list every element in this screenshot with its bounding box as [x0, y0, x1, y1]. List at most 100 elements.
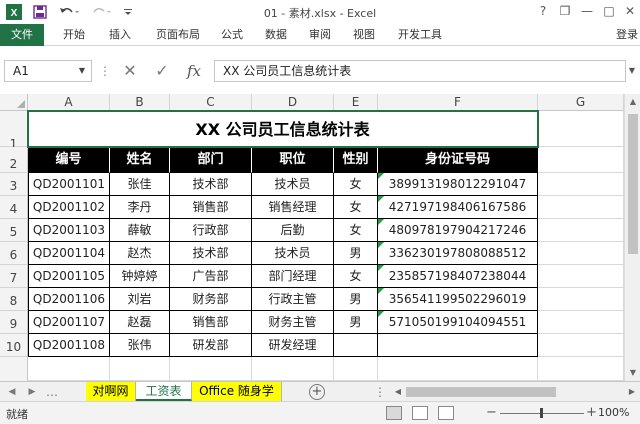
tab-page-layout[interactable]: 页面布局: [148, 24, 208, 46]
row-header-5[interactable]: 5: [0, 219, 28, 242]
cell-gender[interactable]: 男: [334, 242, 378, 265]
sheet-bar-grip-icon[interactable]: ⋮: [370, 382, 390, 402]
cell-g10[interactable]: [538, 334, 624, 357]
cell-position[interactable]: 财务主管: [252, 311, 334, 334]
cell-id[interactable]: QD2001102: [28, 196, 110, 219]
cancel-icon[interactable]: ✕: [118, 60, 142, 82]
cell-id[interactable]: QD2001107: [28, 311, 110, 334]
page-layout-view-icon[interactable]: [412, 406, 428, 420]
tab-data[interactable]: 数据: [258, 24, 294, 46]
row-header-2[interactable]: 2: [0, 147, 28, 173]
normal-view-icon[interactable]: [386, 406, 402, 420]
cell-id-number[interactable]: 480978197904217246: [378, 219, 538, 242]
zoom-slider-thumb[interactable]: [540, 408, 543, 418]
row-header-11[interactable]: [0, 357, 28, 381]
add-sheet-button[interactable]: +: [309, 384, 325, 400]
header-cell-id[interactable]: 编号: [28, 147, 110, 173]
zoom-in-button[interactable]: +: [586, 405, 597, 420]
cell-position[interactable]: 研发经理: [252, 334, 334, 357]
cell-e11[interactable]: [334, 357, 378, 381]
row-header-9[interactable]: 9: [0, 311, 28, 334]
sheet-nav-more-icon[interactable]: …: [42, 382, 62, 402]
header-cell-id-number[interactable]: 身份证号码: [378, 147, 538, 173]
vertical-scrollbar[interactable]: ▲ ▼: [624, 94, 640, 381]
worksheet-grid[interactable]: A B C D E F G 1 2 3 4 5 6 7 8 9 10 XX 公司…: [0, 94, 624, 381]
tab-insert[interactable]: 插入: [102, 24, 138, 46]
sheet-tab-salary[interactable]: 工资表: [136, 382, 192, 401]
column-header-d[interactable]: D: [252, 94, 334, 111]
row-header-7[interactable]: 7: [0, 265, 28, 288]
formula-input[interactable]: XX 公司员工信息统计表: [214, 60, 626, 82]
name-box[interactable]: A1 ▼: [4, 60, 92, 82]
cell-id[interactable]: QD2001101: [28, 173, 110, 196]
cell-id[interactable]: QD2001104: [28, 242, 110, 265]
column-header-c[interactable]: C: [170, 94, 252, 111]
cell-department[interactable]: 广告部: [170, 265, 252, 288]
cell-c11[interactable]: [170, 357, 252, 381]
scroll-down-icon[interactable]: ▼: [625, 365, 640, 381]
tab-file[interactable]: 文件: [0, 24, 44, 46]
row-header-3[interactable]: 3: [0, 173, 28, 196]
cell-position[interactable]: 技术员: [252, 173, 334, 196]
sheet-tab-duiawang[interactable]: 对啊网: [86, 382, 136, 401]
cell-id[interactable]: QD2001105: [28, 265, 110, 288]
horizontal-scrollbar[interactable]: ◀ ▶: [392, 385, 638, 399]
cell-g8[interactable]: [538, 288, 624, 311]
cell-gender[interactable]: 女: [334, 265, 378, 288]
scroll-right-icon[interactable]: ▶: [626, 385, 638, 399]
cell-f11[interactable]: [378, 357, 538, 381]
cell-gender[interactable]: 女: [334, 173, 378, 196]
row-header-8[interactable]: 8: [0, 288, 28, 311]
cell-name[interactable]: 赵磊: [110, 311, 170, 334]
cell-department[interactable]: 技术部: [170, 173, 252, 196]
cell-g5[interactable]: [538, 219, 624, 242]
cell-gender[interactable]: 女: [334, 196, 378, 219]
cell-g1[interactable]: [538, 111, 624, 147]
maximize-button[interactable]: □: [598, 2, 620, 20]
cell-id-number[interactable]: 336230197808088512: [378, 242, 538, 265]
cell-id-number[interactable]: 356541199502296019: [378, 288, 538, 311]
cell-department[interactable]: 销售部: [170, 196, 252, 219]
row-header-10[interactable]: 10: [0, 334, 28, 357]
zoom-level[interactable]: 100%: [598, 406, 629, 419]
tab-view[interactable]: 视图: [346, 24, 382, 46]
close-button[interactable]: ✕: [619, 2, 640, 20]
cell-id-number[interactable]: 571050199104094551: [378, 311, 538, 334]
cell-position[interactable]: 部门经理: [252, 265, 334, 288]
cell-g11[interactable]: [538, 357, 624, 381]
insert-function-button[interactable]: fx: [182, 60, 206, 82]
cell-name[interactable]: 张佳: [110, 173, 170, 196]
cell-id-number[interactable]: [378, 334, 538, 357]
zoom-out-button[interactable]: −: [486, 405, 497, 420]
cell-id-number[interactable]: 235857198407238044: [378, 265, 538, 288]
cell-department[interactable]: 行政部: [170, 219, 252, 242]
login-link[interactable]: 登录: [616, 24, 638, 46]
column-header-a[interactable]: A: [28, 94, 110, 111]
select-all-button[interactable]: [0, 94, 28, 111]
cell-department[interactable]: 研发部: [170, 334, 252, 357]
sheet-nav-left-icon[interactable]: ◀: [2, 382, 22, 402]
cell-name[interactable]: 钟婷婷: [110, 265, 170, 288]
cell-g3[interactable]: [538, 173, 624, 196]
minimize-button[interactable]: —: [576, 2, 598, 20]
header-cell-department[interactable]: 部门: [170, 147, 252, 173]
cell-gender[interactable]: 男: [334, 288, 378, 311]
cell-name[interactable]: 赵杰: [110, 242, 170, 265]
sheet-title-cell[interactable]: XX 公司员工信息统计表: [28, 111, 538, 147]
cell-position[interactable]: 行政主管: [252, 288, 334, 311]
scroll-left-icon[interactable]: ◀: [392, 385, 404, 399]
cell-d11[interactable]: [252, 357, 334, 381]
sheet-tab-office[interactable]: Office 随身学: [192, 382, 282, 401]
tab-home[interactable]: 开始: [56, 24, 92, 46]
tab-formulas[interactable]: 公式: [214, 24, 250, 46]
row-header-1[interactable]: 1: [0, 111, 28, 151]
cell-b11[interactable]: [110, 357, 170, 381]
header-cell-position[interactable]: 职位: [252, 147, 334, 173]
scroll-up-icon[interactable]: ▲: [625, 94, 640, 110]
cell-name[interactable]: 张伟: [110, 334, 170, 357]
cell-id-number[interactable]: 389913198012291047: [378, 173, 538, 196]
cell-gender[interactable]: 女: [334, 219, 378, 242]
column-header-f[interactable]: F: [378, 94, 538, 111]
cell-department[interactable]: 技术部: [170, 242, 252, 265]
chevron-down-icon[interactable]: ▼: [79, 61, 85, 81]
